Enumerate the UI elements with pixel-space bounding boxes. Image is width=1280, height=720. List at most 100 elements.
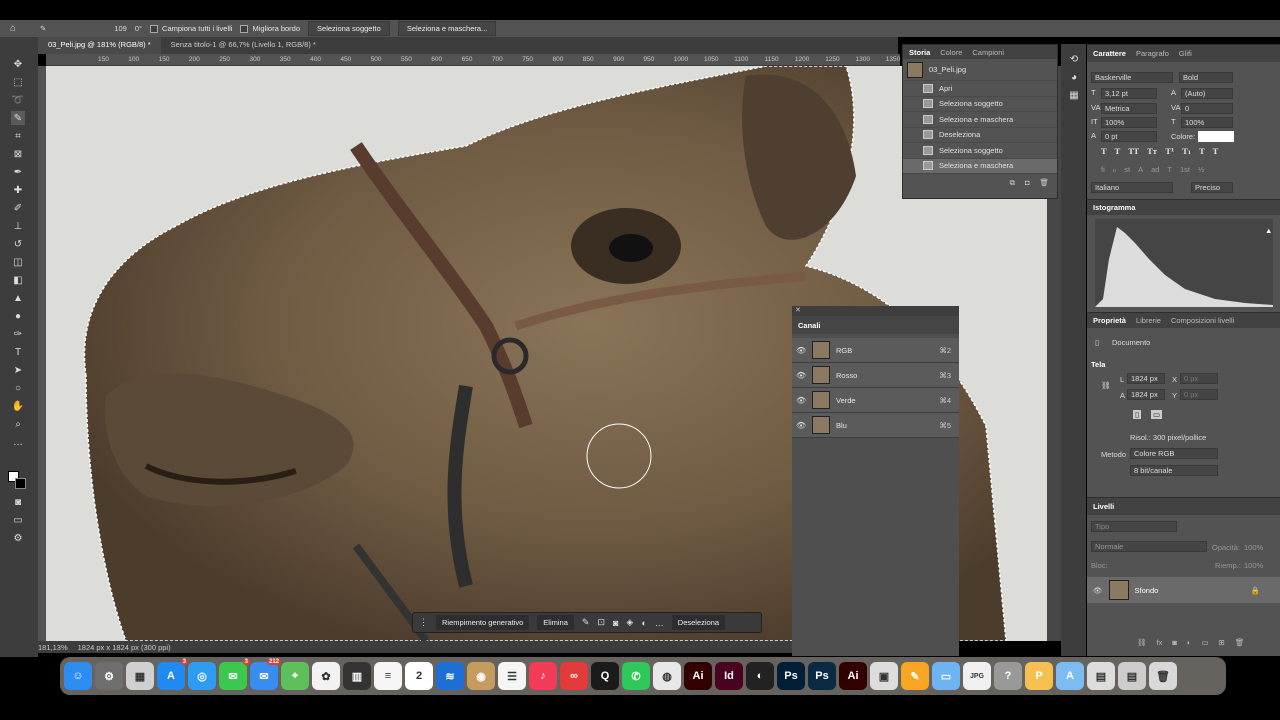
dodge-tool-icon[interactable]: ● [11, 309, 25, 323]
history-item[interactable]: Seleziona soggetto [903, 97, 1057, 112]
history-item[interactable]: Deseleziona [903, 128, 1057, 143]
obs-icon[interactable]: ◐ [746, 662, 774, 690]
more-tools-icon[interactable]: … [11, 435, 25, 449]
tab-librerie[interactable]: Librerie [1136, 316, 1161, 325]
hand-tool-icon[interactable]: ✋ [11, 399, 25, 413]
channels-close-icon[interactable]: ✕ [792, 306, 959, 316]
text-color-swatch[interactable] [1198, 131, 1234, 142]
channel-row[interactable]: 👁 RGB ⌘2 [792, 338, 959, 363]
folder-icon[interactable]: ▭ [932, 662, 960, 690]
fill-selection-icon[interactable]: ◈ [626, 617, 633, 628]
document-info[interactable]: 1824 px x 1824 px (300 ppi) [78, 643, 171, 652]
tab-carattere[interactable]: Carattere [1093, 49, 1126, 58]
launchpad-icon[interactable]: ▦ [126, 662, 154, 690]
history-snapshot[interactable]: 03_Peli.jpg [903, 59, 1057, 81]
tab-composizioni[interactable]: Composizioni livelli [1171, 316, 1234, 325]
calendar-icon[interactable]: 2 [405, 662, 433, 690]
generative-fill-button[interactable]: Riempimento generativo [436, 615, 530, 630]
new-document-from-state-icon[interactable]: ⧉ [1010, 178, 1015, 188]
illustrator-icon[interactable]: Ai [684, 662, 712, 690]
bit-depth-select[interactable]: 8 bit/canale [1130, 465, 1218, 476]
zoom-level[interactable]: 181,13% [38, 643, 68, 652]
screenshot-icon[interactable]: ▤ [1087, 662, 1115, 690]
swatches-panel-icon[interactable]: ▦ [1067, 88, 1081, 102]
messages-icon[interactable]: ✉ 3 [219, 659, 250, 690]
channel-row[interactable]: 👁 Blu ⌘5 [792, 413, 959, 438]
pages-icon[interactable]: ✎ [901, 662, 929, 690]
stamp-tool-icon[interactable]: ⊥ [11, 219, 25, 233]
trash-icon[interactable]: 🗑 [1149, 662, 1177, 690]
opentype-button[interactable]: st [1124, 165, 1130, 174]
link-icon[interactable]: ⛓ [1101, 381, 1111, 390]
sample-all-layers-checkbox[interactable]: Campiona tutti i livelli [150, 24, 232, 33]
jpg-file-icon[interactable]: JPG [963, 662, 991, 690]
opentype-button[interactable]: ad [1151, 165, 1159, 174]
opentype-button[interactable]: ½ [1198, 165, 1204, 174]
brush-tool-icon[interactable]: ✐ [11, 201, 25, 215]
music-icon[interactable]: ♪ [529, 662, 557, 690]
photoshop-icon[interactable]: Ps [777, 662, 805, 690]
landscape-orientation-icon[interactable]: ▭ [1151, 410, 1163, 419]
tab-storia[interactable]: Storia [909, 48, 930, 57]
tab-03-peli[interactable]: 03_Peli.jpg @ 181% (RGB/8) * [38, 37, 161, 54]
type-style-button[interactable]: T [1199, 147, 1205, 156]
edit-toolbar-icon[interactable]: ⚙ [11, 531, 25, 545]
layer-name[interactable]: Sfondo [1135, 586, 1245, 595]
brush-size-value[interactable]: 109 [114, 24, 127, 33]
new-layer-icon[interactable]: ⊞ [1219, 638, 1225, 647]
canvas-section-label[interactable]: Tela [1091, 360, 1105, 369]
channel-row[interactable]: 👁 Rosso ⌘3 [792, 363, 959, 388]
quick-mask-icon[interactable]: ◙ [11, 495, 25, 509]
portrait-orientation-icon[interactable]: ▯ [1133, 410, 1142, 419]
blend-mode-select[interactable]: Normale [1091, 541, 1207, 552]
eye-icon[interactable]: 👁 [796, 371, 806, 380]
marquee-tool-icon[interactable]: ⬚ [11, 75, 25, 89]
eye-icon[interactable]: 👁 [796, 346, 806, 355]
drag-handle-icon[interactable]: ⋮ [419, 617, 428, 628]
home-icon[interactable]: ⌂ [10, 23, 16, 34]
color-panel-icon[interactable]: ◕ [1067, 70, 1081, 84]
reminders-icon[interactable]: ☰ [498, 662, 526, 690]
width-field[interactable]: 1824 px [1127, 373, 1165, 384]
freeform-icon[interactable]: ≋ [436, 662, 464, 690]
height-field[interactable]: 1824 px [1127, 389, 1165, 400]
safari-icon[interactable]: ◎ [188, 662, 216, 690]
path-selection-tool-icon[interactable]: ➤ [11, 363, 25, 377]
camera-snapshot-icon[interactable]: ◘ [1025, 178, 1030, 188]
type-style-button[interactable]: T [1115, 147, 1121, 156]
crop-tool-icon[interactable]: ⌗ [11, 129, 25, 143]
tab-campioni[interactable]: Campioni [972, 48, 1004, 57]
quick-selection-tool-icon[interactable]: ✎ [11, 111, 25, 125]
antialias-select[interactable]: Preciso [1191, 182, 1233, 193]
tab-proprieta[interactable]: Proprietà [1093, 316, 1126, 325]
move-tool-icon[interactable]: ✥ [11, 57, 25, 71]
screenshot2-icon[interactable]: ▤ [1118, 662, 1146, 690]
opentype-button[interactable]: ℴ [1113, 165, 1116, 174]
chrome-icon[interactable]: ◍ [653, 662, 681, 690]
layer-visibility-icon[interactable]: 👁 [1093, 586, 1103, 595]
kerning-field[interactable]: Metrica [1101, 103, 1157, 114]
new-group-icon[interactable]: ▭ [1201, 638, 1208, 647]
type-style-button[interactable]: TT [1128, 147, 1139, 156]
history-panel-icon[interactable]: ⟲ [1067, 52, 1081, 66]
tab-paragrafo[interactable]: Paragrafo [1136, 49, 1169, 58]
quicktime-icon[interactable]: Q [591, 662, 619, 690]
leading-field[interactable]: (Auto) [1181, 88, 1233, 99]
maps-icon[interactable]: ⌖ [281, 662, 309, 690]
font-family-select[interactable]: Baskerville [1091, 72, 1173, 83]
opentype-button[interactable]: fi [1101, 165, 1105, 174]
add-mask-icon[interactable]: ◙ [1172, 638, 1177, 647]
photos-icon[interactable]: ✿ [312, 662, 340, 690]
blur-tool-icon[interactable]: ▲ [11, 291, 25, 305]
transform-selection-icon[interactable]: ⊡ [597, 617, 605, 628]
pen-tool-icon[interactable]: ✑ [11, 327, 25, 341]
deselect-button[interactable]: Deseleziona [671, 615, 726, 630]
help-icon[interactable]: ? [994, 662, 1022, 690]
zoom-tool-icon[interactable]: ⌕ [11, 417, 25, 431]
whatsapp-icon[interactable]: ✆ [622, 662, 650, 690]
enhance-edge-checkbox[interactable]: Migliora bordo [240, 24, 300, 33]
frame-tool-icon[interactable]: ⊠ [11, 147, 25, 161]
layers-title[interactable]: Livelli [1093, 502, 1114, 511]
opentype-button[interactable]: T [1167, 165, 1172, 174]
tracking-field[interactable]: 0 [1181, 103, 1233, 114]
